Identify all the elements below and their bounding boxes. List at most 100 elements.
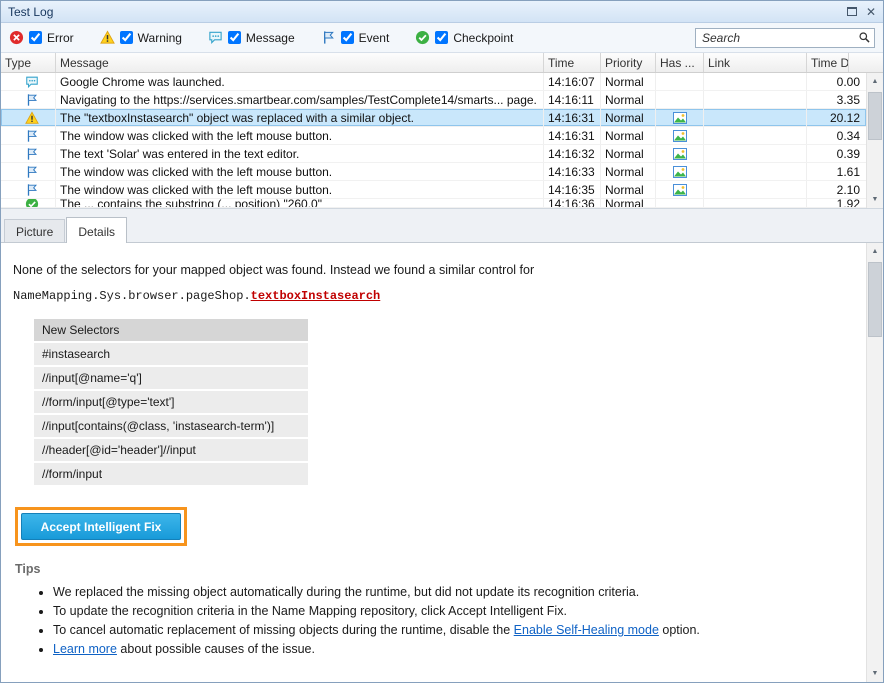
column-header-time[interactable]: Time — [544, 53, 601, 72]
log-time: 14:16:07 — [544, 73, 601, 90]
titlebar: Test Log ✕ — [1, 1, 883, 23]
message-checkbox[interactable] — [228, 31, 241, 44]
tab-details[interactable]: Details — [66, 217, 127, 243]
image-icon — [673, 166, 687, 178]
new-selectors-table: New Selectors #instasearch //input[@name… — [34, 319, 308, 485]
log-rows: Google Chrome was launched. 14:16:07 Nor… — [1, 73, 866, 208]
log-link — [704, 127, 807, 144]
tip-item: We replaced the missing object automatic… — [53, 583, 866, 602]
filter-toolbar: Error Warning Message Event Checkpoint — [1, 23, 883, 53]
log-link — [704, 163, 807, 180]
event-icon — [321, 30, 336, 45]
log-message: The window was clicked with the left mou… — [56, 181, 544, 198]
column-header-time-diff[interactable]: Time Di... — [807, 53, 849, 72]
log-message: The ... contains the substring (... posi… — [56, 199, 544, 207]
filter-event-label: Event — [359, 31, 390, 45]
table-row[interactable]: The ... contains the substring (... posi… — [1, 199, 866, 208]
table-row[interactable]: The window was clicked with the left mou… — [1, 163, 866, 181]
table-row[interactable]: The window was clicked with the left mou… — [1, 181, 866, 199]
log-priority: Normal — [601, 199, 656, 207]
error-checkbox[interactable] — [29, 31, 42, 44]
search-input[interactable] — [695, 28, 875, 48]
log-priority: Normal — [601, 163, 656, 180]
accept-intelligent-fix-button[interactable]: Accept Intelligent Fix — [21, 513, 181, 540]
message-icon — [25, 75, 39, 89]
tab-picture[interactable]: Picture — [4, 219, 65, 242]
log-scrollbar[interactable]: ▲ ▼ — [866, 73, 883, 208]
test-log-window: Test Log ✕ Error Warning Message Event — [0, 0, 884, 683]
table-row[interactable]: The window was clicked with the left mou… — [1, 127, 866, 145]
log-time-diff: 1.61 — [807, 163, 866, 180]
log-priority: Normal — [601, 181, 656, 198]
details-scrollbar[interactable]: ▲ ▼ — [866, 243, 883, 682]
column-header-message[interactable]: Message — [56, 53, 544, 72]
log-link — [704, 145, 807, 162]
close-icon[interactable]: ✕ — [866, 6, 876, 18]
event-checkbox[interactable] — [341, 31, 354, 44]
tip-item: To cancel automatic replacement of missi… — [53, 621, 866, 640]
tip-item: To update the recognition criteria in th… — [53, 602, 866, 621]
mapping-object-link[interactable]: textboxInstasearch — [251, 289, 381, 303]
filter-checkpoint-label: Checkpoint — [453, 31, 513, 45]
table-row[interactable]: Google Chrome was launched. 14:16:07 Nor… — [1, 73, 866, 91]
float-window-icon[interactable] — [847, 7, 857, 16]
window-title: Test Log — [8, 5, 53, 19]
filter-event: Event — [321, 30, 390, 45]
self-healing-mode-link[interactable]: Enable Self-Healing mode — [514, 623, 659, 637]
tips-list: We replaced the missing object automatic… — [53, 583, 866, 659]
event-icon — [25, 183, 39, 197]
log-priority: Normal — [601, 73, 656, 90]
log-table: Type Message Time Priority Has ... Link … — [1, 53, 883, 208]
log-time-diff: 3.35 — [807, 91, 866, 108]
details-tabstrip: Picture Details — [1, 208, 883, 242]
log-priority: Normal — [601, 91, 656, 108]
log-time-diff: 2.10 — [807, 181, 866, 198]
filter-checkpoint: Checkpoint — [415, 30, 513, 45]
learn-more-link[interactable]: Learn more — [53, 642, 117, 656]
event-icon — [25, 129, 39, 143]
checkpoint-checkbox[interactable] — [435, 31, 448, 44]
details-scrollbar-thumb[interactable] — [868, 262, 882, 337]
scroll-down-icon[interactable]: ▼ — [867, 665, 883, 682]
table-row[interactable]: Navigating to the https://services.smart… — [1, 91, 866, 109]
scroll-down-icon[interactable]: ▼ — [867, 191, 883, 208]
log-link — [704, 199, 807, 207]
table-row-selected[interactable]: The "textboxInstasearch" object was repl… — [1, 109, 866, 127]
selector-item[interactable]: #instasearch — [34, 343, 308, 365]
selector-item[interactable]: //header[@id='header']//input — [34, 439, 308, 461]
column-header-link[interactable]: Link — [704, 53, 807, 72]
table-row[interactable]: The text 'Solar' was entered in the text… — [1, 145, 866, 163]
log-priority: Normal — [601, 127, 656, 144]
selector-item[interactable]: //form/input — [34, 463, 308, 485]
scroll-up-icon[interactable]: ▲ — [867, 73, 883, 90]
log-priority: Normal — [601, 145, 656, 162]
log-message: The window was clicked with the left mou… — [56, 163, 544, 180]
filter-error-label: Error — [47, 31, 74, 45]
log-time: 14:16:31 — [544, 109, 601, 126]
column-header-priority[interactable]: Priority — [601, 53, 656, 72]
column-header-type[interactable]: Type — [1, 53, 56, 72]
event-icon — [25, 147, 39, 161]
log-link — [704, 91, 807, 108]
filter-message: Message — [208, 30, 295, 45]
checkpoint-icon — [415, 30, 430, 45]
log-time: 14:16:32 — [544, 145, 601, 162]
selector-item[interactable]: //input[@name='q'] — [34, 367, 308, 389]
log-scrollbar-thumb[interactable] — [868, 92, 882, 140]
filter-error: Error — [9, 30, 74, 45]
log-link — [704, 73, 807, 90]
event-icon — [25, 93, 39, 107]
selector-item[interactable]: //form/input[@type='text'] — [34, 391, 308, 413]
mapping-prefix: NameMapping.Sys.browser.pageShop. — [13, 289, 251, 303]
tip-item: Learn more about possible causes of the … — [53, 640, 866, 659]
checkpoint-icon — [25, 199, 39, 207]
filter-warning: Warning — [100, 30, 182, 45]
details-intro-text: None of the selectors for your mapped ob… — [13, 263, 866, 277]
log-message: The "textboxInstasearch" object was repl… — [56, 109, 544, 126]
warning-checkbox[interactable] — [120, 31, 133, 44]
column-header-has-image[interactable]: Has ... — [656, 53, 704, 72]
log-time: 14:16:36 — [544, 199, 601, 207]
message-icon — [208, 30, 223, 45]
scroll-up-icon[interactable]: ▲ — [867, 243, 883, 260]
selector-item[interactable]: //input[contains(@class, 'instasearch-te… — [34, 415, 308, 437]
